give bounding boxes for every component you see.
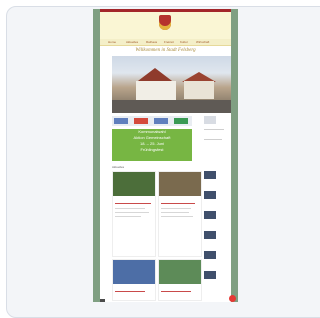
site-header bbox=[100, 12, 231, 39]
nav-item[interactable]: Freizeit bbox=[164, 40, 174, 44]
sidebar-thumb[interactable] bbox=[204, 231, 216, 239]
news-card[interactable] bbox=[158, 171, 202, 257]
website-preview[interactable]: Home Aktuelles Rathaus Freizeit Kultur W… bbox=[93, 9, 238, 302]
sidebar-thumb[interactable] bbox=[204, 191, 216, 199]
sidebar-search[interactable] bbox=[204, 116, 216, 124]
nav-item[interactable]: Rathaus bbox=[146, 40, 157, 44]
notification-icon[interactable] bbox=[229, 295, 236, 302]
banner-line: Frühlingsfest bbox=[140, 147, 164, 152]
nav-item[interactable]: Home bbox=[108, 40, 116, 44]
website-sheet: Home Aktuelles Rathaus Freizeit Kultur W… bbox=[100, 9, 231, 302]
nav-item[interactable]: Aktuelles bbox=[126, 40, 138, 44]
nav-item[interactable]: Kultur bbox=[180, 40, 188, 44]
news-image bbox=[159, 172, 201, 196]
crest-icon bbox=[159, 15, 171, 30]
news-image bbox=[113, 260, 155, 284]
street bbox=[112, 100, 231, 113]
house-wall bbox=[184, 81, 214, 99]
hero-image bbox=[112, 56, 231, 113]
sidebar-thumb[interactable] bbox=[204, 271, 216, 279]
house-roof bbox=[136, 68, 174, 82]
news-image bbox=[113, 172, 155, 196]
sidebar-thumb[interactable] bbox=[204, 211, 216, 219]
event-banner[interactable]: Kommunalwahl Aktion Gemeinschaft 18. – 2… bbox=[112, 129, 192, 161]
sponsor-strip bbox=[112, 116, 192, 126]
main-nav: Home Aktuelles Rathaus Freizeit Kultur W… bbox=[100, 39, 231, 46]
sidebar-thumb[interactable] bbox=[204, 171, 216, 179]
news-card[interactable] bbox=[112, 171, 156, 257]
news-card[interactable] bbox=[158, 259, 202, 301]
news-image bbox=[159, 260, 201, 284]
section-label: Aktuelles bbox=[112, 165, 125, 169]
nav-item[interactable]: Wirtschaft bbox=[196, 40, 209, 44]
news-card[interactable] bbox=[112, 259, 156, 301]
house-wall bbox=[136, 81, 176, 101]
page-title: Willkommen in Stadt Felsberg bbox=[135, 48, 196, 53]
sidebar-thumb[interactable] bbox=[204, 251, 216, 259]
